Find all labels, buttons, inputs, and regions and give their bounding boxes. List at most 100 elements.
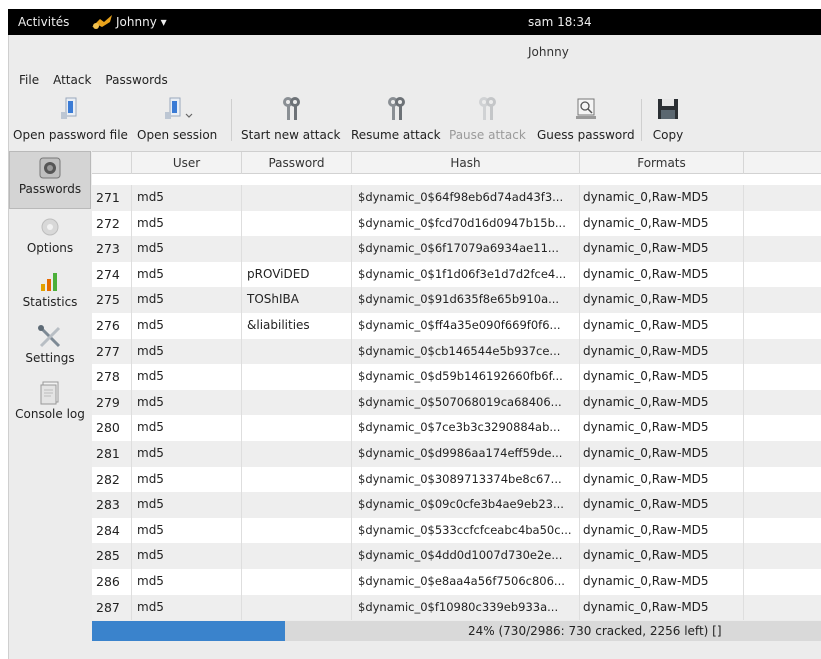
sidebar-item-console-log[interactable]: Console log [9, 377, 91, 431]
user-cell: md5 [132, 466, 242, 493]
user-cell: md5 [132, 287, 242, 313]
empty-cell [744, 492, 821, 518]
sidebar-item-passwords[interactable]: Passwords [9, 151, 91, 209]
empty-cell [744, 364, 821, 390]
table-row[interactable]: 271 md5 $dynamic_0$64f98eb6d74ad43f3... dyn… [92, 185, 821, 211]
pause-attack-button[interactable]: Pause attack [449, 93, 526, 149]
menu-attack[interactable]: Attack [53, 73, 91, 91]
sidebar: Passwords Options Statistics Settings Co… [9, 151, 91, 659]
toolbar-separator [231, 99, 232, 141]
copy-button[interactable]: Copy [651, 93, 685, 149]
guess-password-button[interactable]: Guess password [537, 93, 635, 149]
format-cell: dynamic_0,Raw-MD5 [580, 261, 744, 288]
user-cell: md5 [132, 517, 242, 544]
open-password-file-label: Open password file [13, 128, 128, 142]
empty-cell [744, 518, 821, 544]
user-menu[interactable]: Johnny ▾ [90, 13, 167, 31]
password-cell: &liabilities [242, 313, 352, 339]
empty-cell [744, 415, 821, 441]
table-row[interactable]: 279 md5 $dynamic_0$507068019ca68406... dyna… [92, 389, 821, 416]
table-row[interactable]: 280 md5 $dynamic_0$7ce3b3c3290884ab... dyna… [92, 415, 821, 441]
user-cell: md5 [132, 261, 242, 288]
start-new-attack-button[interactable]: Start new attack [241, 93, 340, 149]
format-cell: dynamic_0,Raw-MD5 [580, 185, 744, 211]
sidebar-item-options[interactable]: Options [9, 211, 91, 263]
passwords-table: User Password Hash Formats 271 md5 $dynami… [92, 151, 821, 621]
column-header-password[interactable]: Password [242, 152, 352, 174]
table-row[interactable]: 282 md5 $dynamic_0$3089713374be8c67... dyna… [92, 466, 821, 493]
table-row[interactable]: 272 md5 $dynamic_0$fcd70d16d0947b15b... dyn… [92, 210, 821, 237]
password-cell [242, 594, 352, 621]
table-row[interactable]: 285 md5 $dynamic_0$4dd0d1007d730e2e... dyna… [92, 543, 821, 569]
menu-file[interactable]: File [19, 73, 39, 91]
column-header-index[interactable] [92, 152, 132, 174]
column-header-hash[interactable]: Hash [352, 152, 580, 174]
table-row[interactable]: 275 md5 TOShIBA $dynamic_0$91d635f8e65b910a… [92, 287, 821, 313]
format-cell: dynamic_0,Raw-MD5 [580, 517, 744, 544]
hash-cell: $dynamic_0$09c0cfe3b4ae9eb23... [352, 492, 580, 518]
row-index: 287 [92, 594, 132, 621]
password-cell: TOShIBA [242, 287, 352, 313]
table-row[interactable]: 278 md5 $dynamic_0$d59b146192660fb6f... dyn… [92, 364, 821, 390]
sidebar-item-settings[interactable]: Settings [9, 321, 91, 375]
password-cell [242, 569, 352, 595]
open-password-file-button[interactable]: Open password file [13, 93, 128, 149]
open-session-button[interactable]: Open session [137, 93, 217, 149]
password-cell [242, 389, 352, 416]
clock[interactable]: sam 18:34 [528, 15, 592, 29]
status-text: 24% (730/2986: 730 cracked, 2256 left) [… [468, 624, 722, 638]
resume-attack-button[interactable]: Resume attack [351, 93, 441, 149]
sidebar-item-label: Statistics [22, 295, 78, 309]
table-row[interactable]: 283 md5 $dynamic_0$09c0cfe3b4ae9eb23... dyn… [92, 492, 821, 518]
empty-cell [744, 339, 821, 365]
empty-cell [744, 262, 821, 288]
window-bottom [9, 645, 821, 659]
empty-cell [744, 569, 821, 595]
format-cell: dynamic_0,Raw-MD5 [580, 441, 744, 467]
empty-cell [744, 595, 821, 621]
column-header-user[interactable]: User [132, 152, 242, 174]
table-row[interactable]: 286 md5 $dynamic_0$e8aa4a56f7506c806... dyn… [92, 569, 821, 595]
empty-cell [744, 390, 821, 416]
table-row[interactable]: 274 md5 pROViDED $dynamic_0$1f1d06f3e1d7d2f… [92, 261, 821, 288]
guess-password-icon [575, 98, 596, 119]
format-cell: dynamic_0,Raw-MD5 [580, 389, 744, 416]
hash-cell: $dynamic_0$fcd70d16d0947b15b... [352, 210, 580, 237]
password-cell [242, 364, 352, 390]
hash-cell: $dynamic_0$7ce3b3c3290884ab... [352, 415, 580, 441]
table-row[interactable]: 284 md5 $dynamic_0$533ccfcfceabc4ba50c... d… [92, 517, 821, 544]
pause-attack-label: Pause attack [449, 128, 526, 142]
row-index: 279 [92, 389, 132, 416]
keys-disabled-icon [479, 97, 497, 120]
row-index: 283 [92, 492, 132, 518]
format-cell: dynamic_0,Raw-MD5 [580, 492, 744, 518]
table-row[interactable]: 276 md5 &liabilities $dynamic_0$ff4a35e090f… [92, 313, 821, 339]
row-index: 276 [92, 313, 132, 339]
table-row[interactable]: 287 md5 $dynamic_0$f10980c339eb933a... dyna… [92, 594, 821, 621]
hash-cell: $dynamic_0$1f1d06f3e1d7d2fce4... [352, 261, 580, 288]
open-session-icon [165, 97, 193, 119]
format-cell: dynamic_0,Raw-MD5 [580, 338, 744, 365]
table-row[interactable]: 277 md5 $dynamic_0$cb146544e5b937ce... dyna… [92, 338, 821, 365]
document-icon [40, 381, 59, 405]
row-index: 284 [92, 517, 132, 544]
user-cell: md5 [132, 543, 242, 569]
user-cell: md5 [132, 338, 242, 365]
column-header-formats[interactable]: Formats [580, 152, 744, 174]
row-index: 275 [92, 287, 132, 313]
format-cell: dynamic_0,Raw-MD5 [580, 364, 744, 390]
open-file-icon [61, 97, 77, 119]
empty-cell [744, 236, 821, 262]
user-cell: md5 [132, 415, 242, 441]
table-row[interactable]: 281 md5 $dynamic_0$d9986aa174eff59de... dyn… [92, 441, 821, 467]
table-row[interactable]: 273 md5 $dynamic_0$6f17079a6934ae11... dyna… [92, 236, 821, 262]
menu-bar: File Attack Passwords [9, 73, 168, 91]
sidebar-item-statistics[interactable]: Statistics [9, 265, 91, 319]
gnome-top-bar: Activités Johnny ▾ sam 18:34 [8, 9, 821, 35]
user-menu-label: Johnny ▾ [116, 15, 167, 29]
activities-button[interactable]: Activités [18, 15, 69, 29]
hash-cell: $dynamic_0$f10980c339eb933a... [352, 594, 580, 621]
tools-icon [38, 325, 61, 348]
password-cell [242, 441, 352, 467]
menu-passwords[interactable]: Passwords [105, 73, 167, 91]
